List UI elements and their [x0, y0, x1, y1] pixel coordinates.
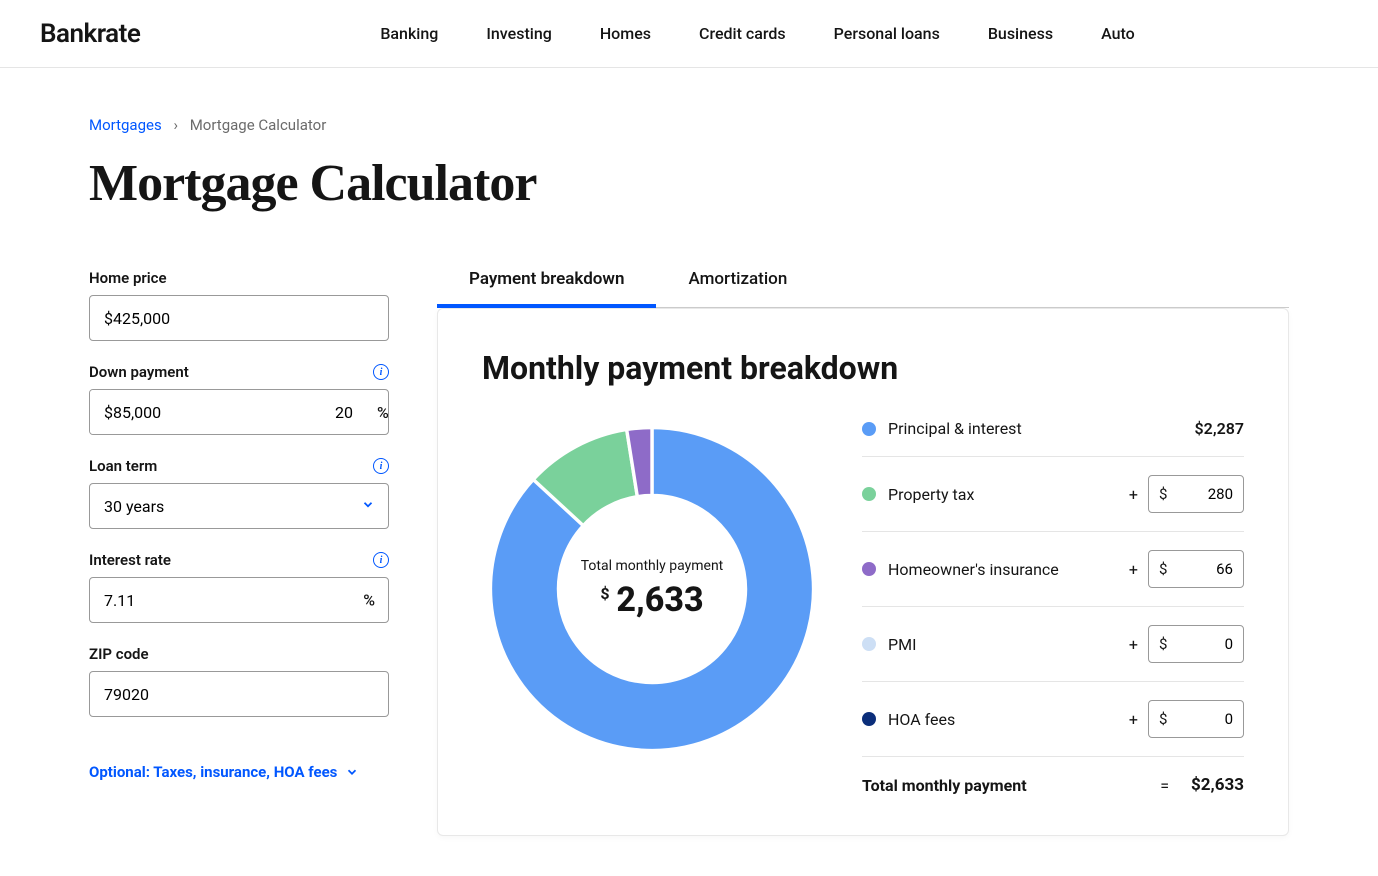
page-title: Mortgage Calculator [89, 154, 1289, 213]
pmi-input-wrap: $ [1148, 625, 1244, 663]
percent-unit: % [377, 390, 389, 434]
legend-name: Homeowner's insurance [888, 560, 1059, 579]
chevron-down-icon [345, 765, 359, 779]
info-icon[interactable]: i [373, 364, 389, 380]
interest-rate-group: Interest rate i % [89, 551, 389, 623]
info-icon[interactable]: i [373, 458, 389, 474]
donut-center: Total monthly payment $ 2,633 [482, 419, 822, 759]
plus-icon: + [1129, 710, 1138, 729]
legend-dot [862, 562, 876, 576]
hoa-input-wrap: $ [1148, 700, 1244, 738]
breakdown-title: Monthly payment breakdown [482, 349, 1244, 387]
legend-value: $2,287 [1195, 419, 1244, 438]
zip-input[interactable] [89, 671, 389, 717]
total-label: Total monthly payment [862, 776, 1027, 795]
donut-label: Total monthly payment [581, 558, 724, 574]
currency-symbol: $ [1159, 485, 1167, 503]
legend: Principal & interest $2,287 Property tax… [862, 419, 1244, 795]
plus-icon: + [1129, 560, 1138, 579]
nav-banking[interactable]: Banking [380, 24, 438, 43]
pmi-input[interactable] [1173, 635, 1233, 653]
info-icon[interactable]: i [373, 552, 389, 568]
nav-auto[interactable]: Auto [1101, 24, 1135, 43]
percent-unit: % [363, 591, 375, 610]
legend-row-property-tax: Property tax + $ [862, 457, 1244, 532]
interest-rate-input[interactable] [89, 577, 389, 623]
form-column: Home price Down payment i % Loan term [89, 269, 389, 781]
plus-icon: + [1129, 635, 1138, 654]
total-row: Total monthly payment = $2,633 [862, 757, 1244, 795]
legend-row-pmi: PMI + $ [862, 607, 1244, 682]
interest-rate-label: Interest rate [89, 551, 171, 569]
down-payment-split: % [89, 389, 389, 435]
equals-sign: = [1160, 776, 1169, 795]
currency-symbol: $ [600, 584, 609, 603]
page-container: Mortgages › Mortgage Calculator Mortgage… [49, 68, 1329, 876]
hoa-input[interactable] [1173, 710, 1233, 728]
breakdown-body: Total monthly payment $ 2,633 Principal [482, 419, 1244, 795]
down-payment-label: Down payment [89, 363, 189, 381]
breadcrumb-separator: › [173, 116, 178, 134]
nav-credit-cards[interactable]: Credit cards [699, 24, 786, 43]
optional-toggle-label: Optional: Taxes, insurance, HOA fees [89, 763, 337, 781]
donut-value: $ 2,633 [600, 580, 703, 620]
currency-symbol: $ [1159, 710, 1167, 728]
loan-term-group: Loan term i [89, 457, 389, 529]
donut-chart: Total monthly payment $ 2,633 [482, 419, 822, 759]
nav-investing[interactable]: Investing [486, 24, 551, 43]
tab-amortization[interactable]: Amortization [656, 269, 819, 307]
primary-nav: Banking Investing Homes Credit cards Per… [380, 24, 1134, 43]
legend-dot [862, 712, 876, 726]
total-value: $2,633 [1191, 775, 1244, 795]
legend-row-hoa: HOA fees + $ [862, 682, 1244, 757]
breadcrumb-current: Mortgage Calculator [190, 116, 327, 134]
legend-name: HOA fees [888, 710, 955, 729]
legend-dot [862, 422, 876, 436]
currency-symbol: $ [1159, 635, 1167, 653]
loan-term-label: Loan term [89, 457, 157, 475]
main-layout: Home price Down payment i % Loan term [89, 269, 1289, 836]
legend-name: Principal & interest [888, 419, 1022, 438]
tabs: Payment breakdown Amortization [437, 269, 1289, 308]
currency-symbol: $ [1159, 560, 1167, 578]
brand-logo[interactable]: Bankrate [40, 19, 140, 49]
legend-name: Property tax [888, 485, 974, 504]
property-tax-input[interactable] [1173, 485, 1233, 503]
zip-group: ZIP code [89, 645, 389, 717]
legend-row-principal-interest: Principal & interest $2,287 [862, 419, 1244, 457]
down-payment-amount-input[interactable] [90, 390, 321, 434]
donut-amount: 2,633 [616, 580, 703, 620]
nav-business[interactable]: Business [988, 24, 1053, 43]
loan-term-select[interactable] [89, 483, 389, 529]
tab-payment-breakdown[interactable]: Payment breakdown [437, 269, 656, 307]
home-price-group: Home price [89, 269, 389, 341]
top-nav: Bankrate Banking Investing Homes Credit … [0, 0, 1378, 68]
down-payment-percent-input[interactable] [321, 390, 377, 434]
legend-row-homeowners-insurance: Homeowner's insurance + $ [862, 532, 1244, 607]
down-payment-group: Down payment i % [89, 363, 389, 435]
home-price-input[interactable] [89, 295, 389, 341]
panel-column: Payment breakdown Amortization Monthly p… [437, 269, 1289, 836]
optional-toggle[interactable]: Optional: Taxes, insurance, HOA fees [89, 763, 359, 781]
home-price-label: Home price [89, 269, 167, 287]
nav-personal-loans[interactable]: Personal loans [834, 24, 940, 43]
legend-dot [862, 487, 876, 501]
plus-icon: + [1129, 485, 1138, 504]
nav-homes[interactable]: Homes [600, 24, 651, 43]
breadcrumb: Mortgages › Mortgage Calculator [89, 116, 1289, 134]
breakdown-card: Monthly payment breakdown Total monthly … [437, 308, 1289, 836]
legend-name: PMI [888, 635, 916, 654]
insurance-input-wrap: $ [1148, 550, 1244, 588]
property-tax-input-wrap: $ [1148, 475, 1244, 513]
legend-dot [862, 637, 876, 651]
zip-label: ZIP code [89, 645, 149, 663]
insurance-input[interactable] [1173, 560, 1233, 578]
breadcrumb-mortgages[interactable]: Mortgages [89, 116, 162, 134]
